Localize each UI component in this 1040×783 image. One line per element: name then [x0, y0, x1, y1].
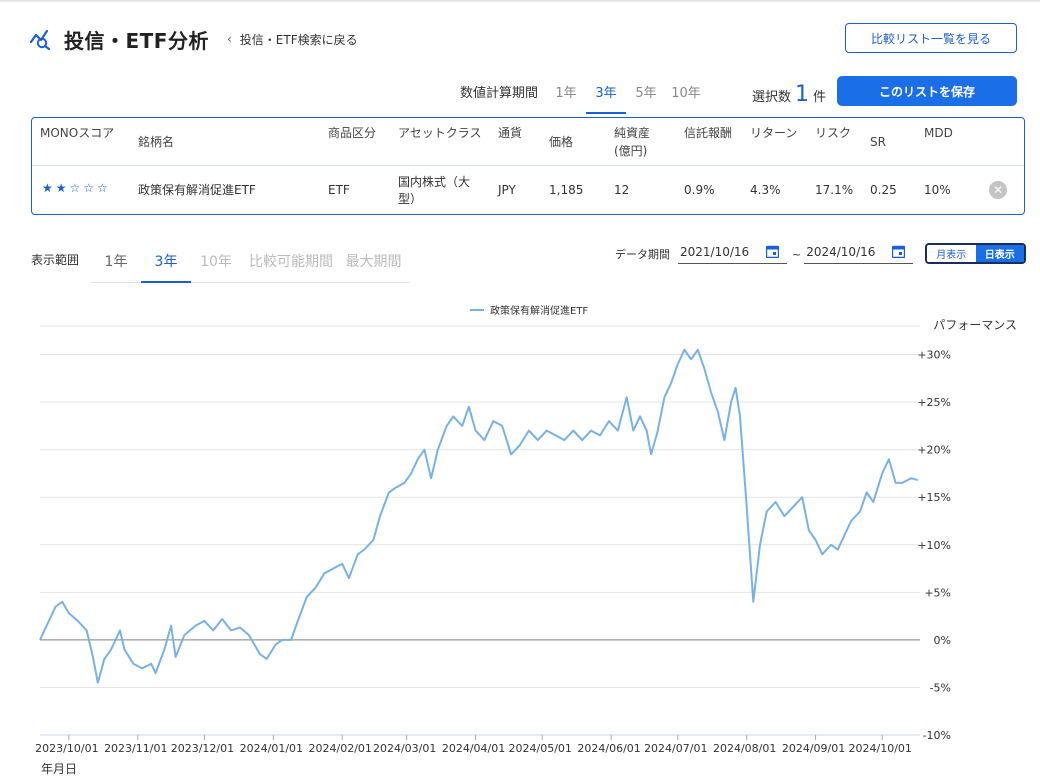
calc-period-tab-3y[interactable]: 3年 — [586, 78, 627, 114]
analysis-chart-icon — [30, 29, 51, 50]
y-tick-label: +5% — [924, 586, 951, 599]
calc-period-tab-10y[interactable]: 10年 — [666, 78, 706, 114]
x-tick-label: 2024/05/01 — [509, 742, 572, 755]
daily-view-toggle[interactable]: 日表示 — [975, 245, 1024, 262]
selection-count-unit: 件 — [813, 90, 827, 105]
calc-period-tab-1y[interactable]: 1年 — [546, 78, 586, 114]
fund-sr: 0.25 — [870, 183, 897, 197]
y-tick-label: +15% — [917, 491, 951, 504]
col-risk: リスク — [815, 126, 852, 140]
fund-return: 4.3% — [750, 183, 781, 197]
view-compare-list-button[interactable]: 比較リスト一覧を見る — [845, 23, 1017, 53]
col-net-assets-unit: (億円) — [614, 144, 648, 158]
x-tick-label: 2023/12/01 — [171, 742, 234, 755]
y-tick-label: +20% — [917, 444, 951, 457]
date-from-value: 2021/10/16 — [680, 244, 750, 259]
fund-name[interactable]: 政策保有解消促進ETF — [138, 182, 256, 199]
fund-fee: 0.9% — [684, 183, 715, 197]
range-tab-3y[interactable]: 3年 — [141, 240, 191, 283]
range-tab-comparable[interactable]: 比較可能期間 — [241, 240, 341, 283]
calendar-icon[interactable] — [766, 245, 779, 258]
x-axis-label: 年月日 — [41, 762, 77, 776]
selection-count: 選択数 1 件 — [752, 82, 826, 107]
mono-score-stars: ★★☆☆☆ — [42, 181, 111, 195]
col-category: 商品区分 — [328, 126, 377, 140]
col-currency: 通貨 — [498, 126, 523, 140]
back-link-label: 投信・ETF検索に戻る — [239, 32, 358, 47]
series-line — [39, 348, 919, 684]
y-tick-label: 0% — [934, 634, 951, 647]
calc-period-tab-5y[interactable]: 5年 — [626, 78, 666, 114]
col-name: 銘柄名 — [138, 135, 175, 149]
fund-risk: 17.1% — [815, 183, 854, 197]
col-sr: SR — [870, 135, 886, 149]
monthly-view-toggle[interactable]: 月表示 — [927, 245, 976, 262]
fund-net-assets: 12 — [614, 183, 630, 197]
top-divider — [0, 0, 1040, 3]
x-tick-label: 2023/10/01 — [35, 742, 98, 755]
range-tab-1y[interactable]: 1年 — [91, 240, 141, 283]
fund-asset-class: 国内株式（大型） — [398, 175, 471, 206]
x-tick-label: 2024/07/01 — [644, 742, 707, 755]
col-fee: 信託報酬 — [684, 126, 733, 140]
page-title: 投信・ETF分析 — [64, 28, 209, 53]
calendar-icon[interactable] — [892, 245, 906, 258]
x-tick-label: 2024/04/01 — [442, 742, 505, 755]
date-separator: ~ — [792, 248, 802, 261]
col-price: 価格 — [549, 135, 574, 149]
display-range-label: 表示範囲 — [31, 253, 80, 267]
calc-period-label: 数値計算期間 — [460, 86, 539, 101]
x-tick-label: 2024/08/01 — [713, 742, 776, 755]
y-axis-label: パフォーマンス — [933, 318, 1017, 332]
fund-currency: JPY — [498, 183, 516, 197]
calc-period-tabs: 数値計算期間 1年 3年 5年 10年 — [460, 78, 706, 114]
y-tick-label: +25% — [917, 396, 951, 409]
col-mdd: MDD — [924, 126, 953, 140]
close-circle-icon[interactable]: ✕ — [989, 181, 1007, 199]
display-range-tabs: 1年 3年 10年 比較可能期間 最大期間 — [91, 240, 410, 283]
data-period-label: データ期間 — [615, 248, 670, 261]
x-tick-label: 2024/02/01 — [309, 742, 372, 755]
col-net-assets: 純資産 — [614, 126, 651, 140]
y-tick-label: +10% — [917, 539, 951, 552]
x-tick-label: 2023/11/01 — [104, 742, 167, 755]
chevron-left-icon: ‹ — [226, 32, 232, 46]
y-tick-label: -5% — [930, 681, 951, 694]
data-period: データ期間 2021/10/16 ~ 2024/10/16 — [615, 240, 914, 264]
date-to-value: 2024/10/16 — [806, 244, 876, 259]
range-tab-max[interactable]: 最大期間 — [341, 240, 406, 283]
selection-count-number: 1 — [795, 82, 810, 107]
page-header: 投信・ETF分析 ‹ 投信・ETF検索に戻る — [30, 22, 358, 56]
fund-category: ETF — [328, 183, 350, 197]
selection-count-label: 選択数 — [752, 90, 792, 105]
save-list-button[interactable]: このリストを保存 — [837, 76, 1017, 106]
performance-chart: +30% +25% +20% +15% +10% +5% 0% -5% -10% パフォーマンス 2… — [35, 318, 1017, 776]
x-tick-label: 2024/03/01 — [373, 742, 436, 755]
table-row: ★★☆☆☆ 政策保有解消促進ETF ETF 国内株式（大型） JPY 1,185… — [32, 166, 1024, 214]
date-from-field[interactable]: 2021/10/16 — [678, 240, 787, 264]
x-tick-label: 2024/10/01 — [849, 742, 912, 755]
x-tick-label: 2024/01/01 — [240, 742, 303, 755]
y-tick-label: +30% — [917, 349, 951, 362]
fund-price: 1,185 — [549, 183, 584, 197]
date-to-field[interactable]: 2024/10/16 — [804, 240, 914, 264]
col-return: リターン — [750, 126, 798, 140]
col-asset-class: アセットクラス — [398, 126, 482, 140]
table-header: MONOスコア 銘柄名 商品区分 アセットクラス 通貨 価格 純資産 (億円) … — [32, 118, 1024, 166]
x-tick-label: 2024/06/01 — [577, 742, 640, 755]
col-mono-score: MONOスコア — [40, 126, 115, 140]
fund-mdd: 10% — [924, 183, 951, 197]
x-tick-label: 2024/09/01 — [782, 742, 845, 755]
view-mode-toggle: 月表示 日表示 — [925, 243, 1026, 264]
back-to-search-link[interactable]: ‹ 投信・ETF検索に戻る — [227, 31, 358, 48]
range-tab-10y[interactable]: 10年 — [191, 240, 241, 283]
comparison-table: MONOスコア 銘柄名 商品区分 アセットクラス 通貨 価格 純資産 (億円) … — [31, 117, 1025, 215]
y-tick-label: -10% — [923, 729, 951, 742]
